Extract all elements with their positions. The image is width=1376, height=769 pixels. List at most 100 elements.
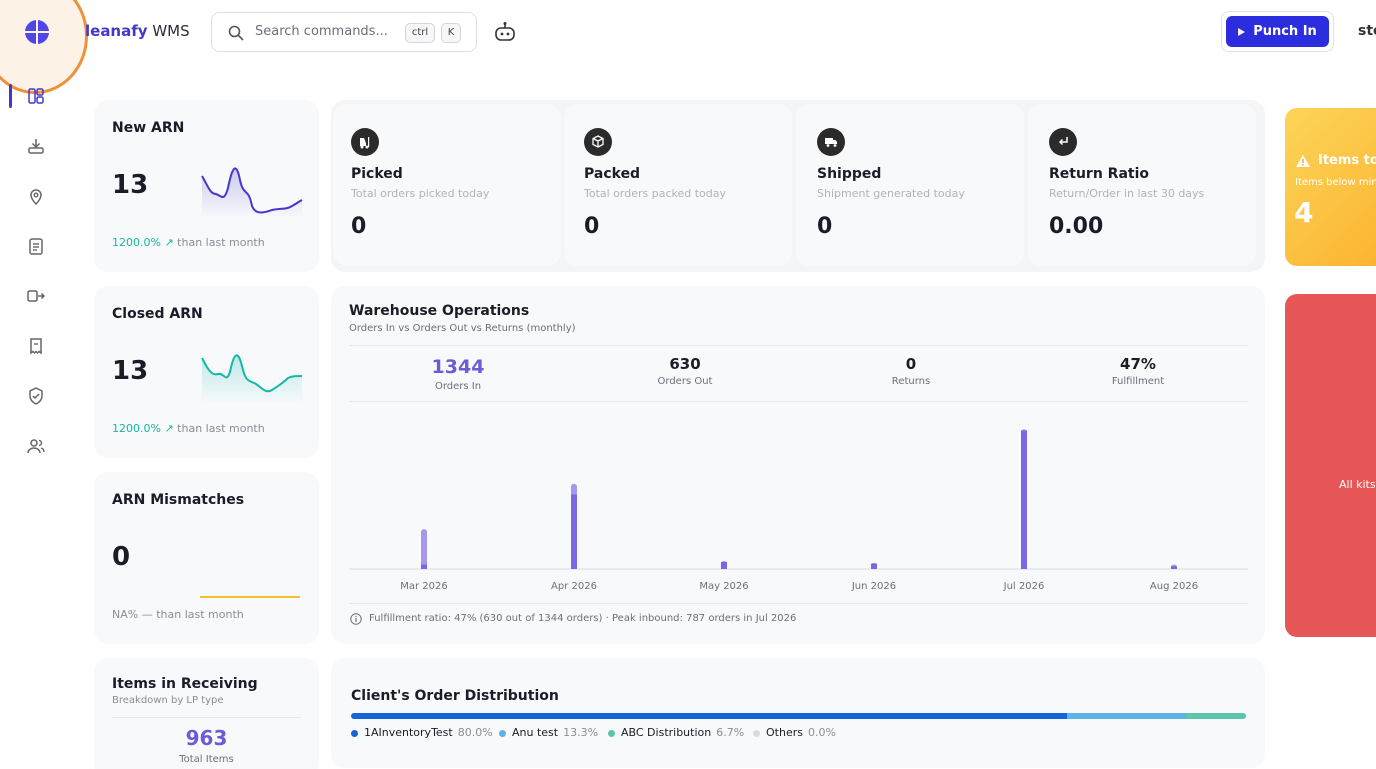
x-tick-label: Apr 2026 — [551, 581, 597, 592]
logo-highlight — [0, 0, 88, 94]
stat-title: Return Ratio — [1049, 166, 1150, 182]
kits-card[interactable]: All kits — [1285, 294, 1376, 637]
legend-pct: 0.0% — [807, 726, 836, 739]
new-arn-value: 13 — [112, 170, 149, 200]
document-icon[interactable] — [26, 336, 46, 356]
kpi-value: 1344 — [431, 356, 485, 378]
low-stock-alert-card[interactable]: Items to Items below min 4 — [1285, 108, 1376, 266]
new-arn-card[interactable]: New ARN 13 1200.0% ↗ than last month — [94, 100, 319, 272]
trend-up-icon: ↗ — [164, 422, 174, 435]
app-logo-icon[interactable] — [24, 19, 50, 45]
stat-value: 0.00 — [1049, 214, 1104, 239]
legend-dot — [499, 729, 506, 737]
arn-mismatches-trend: NA% — than last month — [112, 608, 244, 621]
arn-mismatches-sparkline — [200, 596, 300, 598]
kpi-label: Orders In — [434, 381, 482, 392]
distribution-title: Client's Order Distribution — [351, 688, 559, 704]
arn-mismatches-change: NA% — [112, 608, 139, 621]
receiving-icon[interactable] — [26, 136, 46, 156]
closed-arn-change: 1200.0% — [112, 422, 161, 435]
command-search[interactable]: Search commands... ctrl K — [211, 12, 477, 52]
forklift-icon — [360, 137, 370, 149]
warehouse-subtitle: Orders In vs Orders Out vs Returns (mont… — [349, 323, 576, 334]
closed-arn-value: 13 — [112, 356, 149, 386]
legend-dot — [753, 729, 760, 737]
alert-value: 4 — [1294, 196, 1314, 229]
arn-mismatches-value: 0 — [112, 542, 131, 572]
divider — [112, 717, 301, 718]
bar-orders-out[interactable] — [571, 494, 577, 569]
legend-name: Anu test — [512, 726, 559, 739]
forklift-icon-badge — [351, 128, 379, 156]
items-receiving-subtitle: Breakdown by LP type — [112, 695, 224, 706]
kpi-value: 0 — [905, 355, 917, 373]
closed-arn-sparkline — [201, 354, 303, 404]
divider — [349, 401, 1248, 402]
items-receiving-value: 963 — [185, 726, 228, 750]
location-icon[interactable] — [26, 186, 46, 206]
new-arn-title: New ARN — [112, 120, 185, 136]
warehouse-footnote: Fulfillment ratio: 47% (630 out of 1344 … — [369, 613, 797, 624]
closed-arn-trend: 1200.0% ↗ than last month — [112, 422, 265, 435]
new-arn-trend: 1200.0% ↗ than last month — [112, 236, 265, 249]
bar-orders-out[interactable] — [1021, 430, 1027, 569]
bar-orders-in[interactable] — [421, 529, 427, 569]
stat-subtitle: Total orders packed today — [584, 187, 727, 200]
distribution-bar — [351, 713, 1246, 719]
stat-title: Packed — [584, 166, 641, 182]
users-icon[interactable] — [26, 436, 46, 456]
stat-subtitle: Total orders picked today — [351, 187, 490, 200]
kpi-value: 630 — [669, 355, 701, 373]
arn-mismatches-suffix: than last month — [156, 608, 244, 621]
items-receiving-title: Items in Receiving — [112, 676, 258, 692]
bar-orders-out[interactable] — [421, 564, 427, 569]
divider — [349, 603, 1248, 604]
kbd-ctrl: ctrl — [405, 23, 435, 43]
closed-arn-title: Closed ARN — [112, 306, 203, 322]
stat-value: 0 — [351, 214, 367, 239]
dashboard-icon[interactable] — [26, 86, 46, 106]
x-tick-label: Jul 2026 — [1003, 581, 1045, 592]
new-arn-change: 1200.0% — [112, 236, 161, 249]
legend-item: Others 0.0% — [753, 726, 836, 739]
distribution-segment — [1067, 713, 1187, 719]
app-window: { "header": { "brand_prefix": "leanafy",… — [0, 0, 1376, 769]
stat-subtitle: Return/Order in last 30 days — [1049, 187, 1205, 200]
play-icon — [1238, 27, 1246, 36]
stat-subtitle: Shipment generated today — [817, 187, 965, 200]
warning-icon — [1296, 155, 1310, 167]
stat-value: 0 — [817, 214, 833, 239]
clipboard-icon[interactable] — [26, 236, 46, 256]
shield-check-icon[interactable] — [26, 386, 46, 406]
user-menu[interactable]: sto — [1358, 23, 1376, 39]
punch-in-label: Punch In — [1253, 24, 1317, 39]
bar-orders-out[interactable] — [871, 563, 877, 569]
bar-orders-out[interactable] — [721, 561, 727, 569]
closed-arn-suffix: than last month — [177, 422, 265, 435]
items-receiving-card[interactable]: Items in Receiving Breakdown by LP type … — [94, 658, 319, 769]
transfer-icon[interactable] — [26, 286, 46, 306]
truck-icon — [825, 138, 837, 147]
arn-mismatches-card[interactable]: ARN Mismatches 0 NA% — than last month — [94, 472, 319, 644]
new-arn-suffix: than last month — [177, 236, 265, 249]
kpi-label: Returns — [891, 376, 931, 387]
legend-dot — [351, 729, 358, 737]
punch-in-wrapper: Punch In — [1221, 11, 1334, 52]
punch-in-button[interactable]: Punch In — [1226, 16, 1329, 47]
assistant-bot-icon[interactable] — [494, 21, 516, 43]
new-arn-sparkline — [201, 167, 303, 218]
closed-arn-card[interactable]: Closed ARN 13 1200.0% ↗ than last month — [94, 286, 319, 458]
distribution-segment — [351, 713, 1067, 719]
legend-item: 1AInventoryTest 80.0% — [351, 726, 493, 739]
legend-pct: 6.7% — [716, 726, 745, 739]
alert-title: Items to — [1318, 153, 1376, 168]
return-icon — [1058, 137, 1068, 146]
search-icon — [228, 25, 244, 41]
legend-dot — [608, 729, 615, 737]
search-placeholder: Search commands... — [255, 24, 388, 39]
x-tick-label: Jun 2026 — [851, 581, 896, 592]
warehouse-title: Warehouse Operations — [349, 303, 530, 319]
bar-orders-out[interactable] — [1171, 566, 1177, 569]
legend-item: ABC Distribution 6.7% — [608, 726, 744, 739]
trend-up-icon: ↗ — [164, 236, 174, 249]
